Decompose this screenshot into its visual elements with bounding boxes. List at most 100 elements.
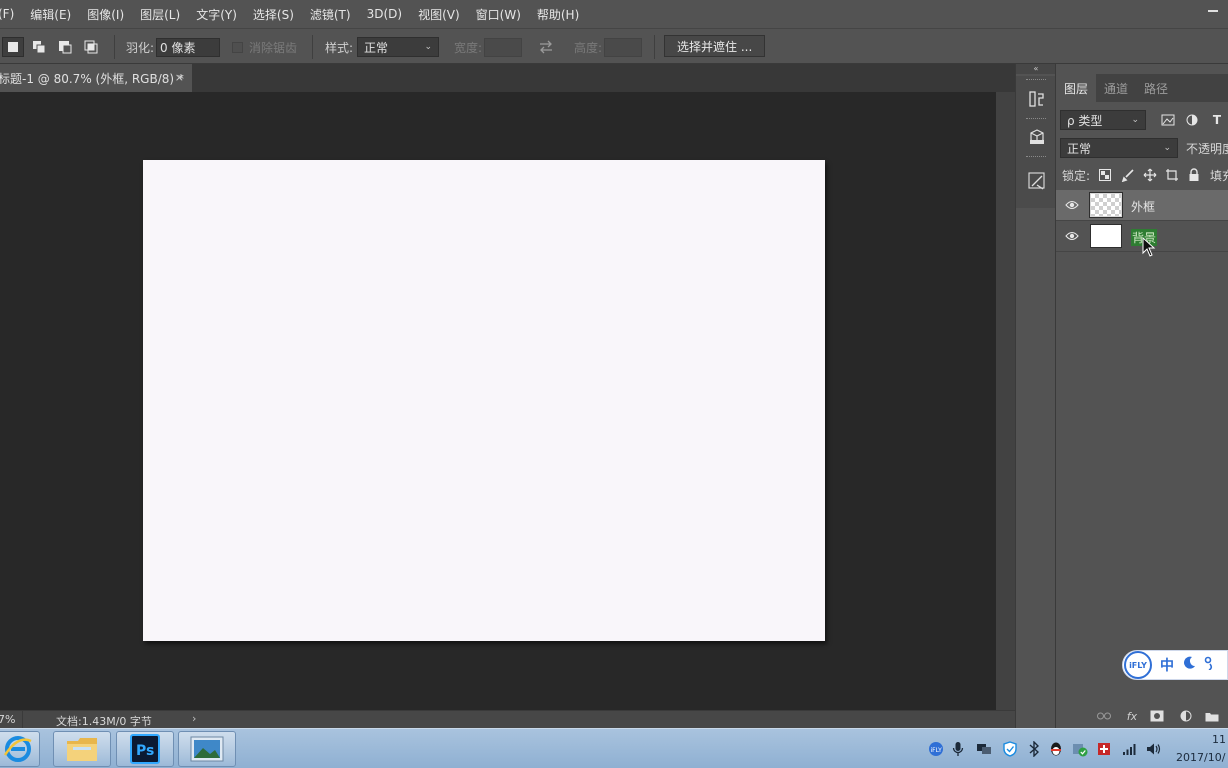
intersect-selection-button[interactable] — [80, 37, 102, 57]
document-canvas[interactable] — [143, 160, 825, 641]
feather-group: 羽化: 0 像素 — [126, 37, 221, 57]
menu-type[interactable]: 文字(Y) — [196, 6, 237, 23]
chevron-down-icon: ⌄ — [1131, 115, 1139, 125]
antivirus-icon[interactable] — [1096, 741, 1112, 757]
eye-icon[interactable] — [1064, 198, 1080, 212]
menu-file[interactable]: (F) — [0, 7, 14, 21]
canvas-workspace[interactable] — [0, 92, 996, 710]
feather-input[interactable]: 0 像素 — [156, 37, 221, 57]
swap-button[interactable] — [538, 37, 554, 57]
divider — [114, 35, 115, 59]
taskbar-photoshop[interactable]: Ps — [116, 731, 174, 767]
security-shield-icon[interactable] — [1002, 741, 1018, 757]
zoom-level[interactable]: 7% — [0, 713, 15, 726]
dock-grip[interactable] — [1026, 118, 1046, 120]
dock-icon-group — [1016, 76, 1056, 208]
close-icon[interactable]: × — [175, 71, 184, 84]
eye-icon[interactable] — [1064, 229, 1080, 243]
mouse-pointer-icon — [1142, 237, 1156, 257]
style-select[interactable]: 正常 ⌄ — [357, 37, 440, 57]
height-label: 高度: — [574, 40, 603, 55]
antialias-checkbox[interactable] — [232, 41, 243, 53]
taskbar-photo-viewer[interactable] — [178, 731, 236, 767]
qq-penguin-icon[interactable] — [1048, 741, 1064, 757]
menu-image[interactable]: 图像(I) — [87, 6, 124, 23]
width-input[interactable] — [484, 37, 523, 57]
chevron-down-icon: ⌄ — [424, 42, 433, 52]
dock-grip[interactable] — [1026, 156, 1046, 158]
moon-icon[interactable] — [1182, 656, 1196, 674]
taskbar-ie[interactable] — [0, 731, 40, 767]
lock-artboard-icon[interactable] — [1164, 167, 1180, 183]
document-tab[interactable]: 标题-1 @ 80.7% (外框, RGB/8) * × — [0, 64, 192, 92]
network-devices-icon[interactable] — [976, 741, 992, 757]
layer-mask-icon[interactable] — [1149, 708, 1165, 724]
signal-icon[interactable] — [1122, 741, 1138, 757]
layer-style-icon[interactable]: fx — [1124, 708, 1140, 724]
dock-grip[interactable] — [1026, 79, 1046, 81]
lock-row: 锁定: 填充 — [1056, 164, 1228, 186]
pixel-filter-icon[interactable] — [1160, 112, 1176, 128]
new-selection-button[interactable] — [2, 37, 24, 57]
lock-image-pixels-icon[interactable] — [1120, 167, 1136, 183]
menu-filter[interactable]: 滤镜(T) — [310, 6, 351, 23]
divider — [654, 35, 655, 59]
adjustment-layer-icon[interactable] — [1178, 708, 1194, 724]
folder-icon — [67, 738, 97, 761]
menu-edit[interactable]: 编辑(E) — [30, 6, 71, 23]
lock-position-icon[interactable] — [1142, 167, 1158, 183]
height-input[interactable] — [604, 37, 643, 57]
3d-panel-button[interactable] — [1026, 126, 1048, 148]
ime-tray-icon[interactable]: iFLY — [928, 741, 944, 757]
menu-3d[interactable]: 3D(D) — [367, 7, 402, 21]
status-menu-arrow[interactable]: › — [192, 712, 196, 725]
update-check-icon[interactable] — [1072, 741, 1088, 757]
panel-tabs: 图层 通道 路径 — [1056, 74, 1228, 102]
layer-name[interactable]: 外框 — [1131, 198, 1155, 215]
menu-window[interactable]: 窗口(W) — [476, 6, 521, 23]
lock-transparent-pixels-icon[interactable] — [1097, 167, 1113, 183]
tab-channels[interactable]: 通道 — [1096, 74, 1136, 102]
blend-mode-select[interactable]: 正常 ⌄ — [1060, 138, 1178, 158]
options-bar: 羽化: 0 像素 消除锯齿 样式: 正常 ⌄ 宽度: 高度: 选择并遮住 ... — [0, 28, 1228, 64]
tab-paths[interactable]: 路径 — [1136, 74, 1176, 102]
ime-logo[interactable]: iFLY — [1124, 651, 1152, 679]
clock-date[interactable]: 2017/10/ — [1176, 751, 1225, 764]
ime-language-toggle[interactable]: 中 — [1160, 655, 1174, 675]
menu-help[interactable]: 帮助(H) — [537, 6, 579, 23]
microphone-icon[interactable] — [950, 741, 966, 757]
svg-text:iFLY: iFLY — [931, 747, 943, 754]
layer-row-frame[interactable]: 外框 — [1056, 190, 1228, 221]
subtract-selection-button[interactable] — [54, 37, 76, 57]
style-value: 正常 — [364, 40, 389, 55]
tab-layers[interactable]: 图层 — [1056, 74, 1097, 102]
add-selection-button[interactable] — [28, 37, 50, 57]
collapse-icon[interactable]: « — [1016, 64, 1056, 74]
vertical-scrollbar[interactable] — [996, 92, 1015, 710]
feather-label: 羽化: — [126, 40, 155, 55]
swap-icon — [540, 40, 552, 54]
history-panel-button[interactable] — [1026, 88, 1048, 110]
menu-layer[interactable]: 图层(L) — [140, 6, 180, 23]
bluetooth-icon[interactable] — [1026, 741, 1042, 757]
brush-settings-icon — [1028, 172, 1045, 190]
taskbar-explorer[interactable] — [53, 731, 111, 767]
volume-icon[interactable] — [1146, 741, 1162, 757]
type-filter-icon[interactable]: T — [1209, 112, 1225, 128]
ime-toolbar[interactable]: iFLY 中 — [1122, 650, 1228, 680]
subtract-selection-icon — [59, 41, 72, 54]
brush-panel-button[interactable] — [1026, 170, 1048, 192]
minimize-icon[interactable] — [1208, 10, 1218, 12]
menu-bar: (F) 编辑(E) 图像(I) 图层(L) 文字(Y) 选择(S) 滤镜(T) … — [0, 0, 1228, 28]
folder-icon[interactable] — [1204, 708, 1220, 724]
menu-select[interactable]: 选择(S) — [253, 6, 294, 23]
adjustment-filter-icon[interactable] — [1184, 112, 1200, 128]
clock-time[interactable]: 11 — [1212, 733, 1226, 746]
punctuation-icon[interactable] — [1204, 656, 1216, 674]
lock-all-icon[interactable] — [1186, 167, 1202, 183]
select-and-mask-button[interactable]: 选择并遮住 ... — [664, 35, 766, 57]
link-layers-icon[interactable] — [1096, 708, 1112, 724]
layer-filter-row: ρ 类型 ⌄ T — [1056, 108, 1228, 132]
menu-view[interactable]: 视图(V) — [418, 6, 460, 23]
layer-filter-select[interactable]: ρ 类型 ⌄ — [1060, 110, 1146, 130]
